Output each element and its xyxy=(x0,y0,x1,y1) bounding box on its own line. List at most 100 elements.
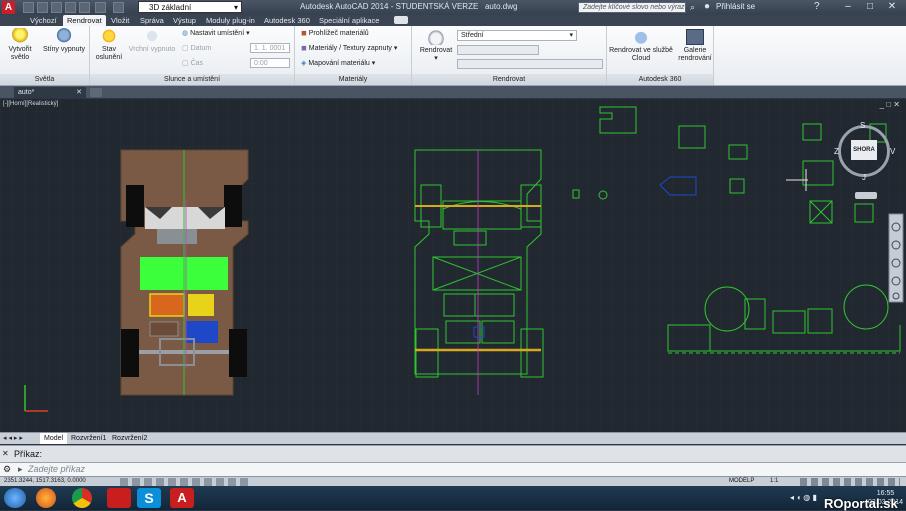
teapot-icon xyxy=(427,29,445,45)
ribbon-toggle-icon[interactable] xyxy=(394,16,408,24)
doc-tab-label: auto* xyxy=(18,89,35,96)
title-bar: A 3D základní ▾ Autodesk AutoCAD 2014 - S… xyxy=(0,0,906,15)
tab-moduly[interactable]: Moduly plug-in xyxy=(202,15,259,26)
redo-icon[interactable] xyxy=(113,2,124,13)
search-icon[interactable]: ⌕ xyxy=(690,2,695,13)
drawing-area[interactable]: [-][Horní][Realistický] _ □ ✕ SHORA S J … xyxy=(0,99,906,432)
textures-label: Materiály / Textury zapnuty xyxy=(308,45,392,52)
drafting-toggles[interactable] xyxy=(120,478,250,486)
skype-icon[interactable]: S xyxy=(137,488,161,508)
mapping-button[interactable]: ◈ Mapování materiálu ▾ xyxy=(301,59,375,67)
render-output-field[interactable] xyxy=(457,45,539,55)
new-tab-button[interactable] xyxy=(90,88,102,97)
panel-title: Autodesk 360 xyxy=(607,74,713,85)
tab-specialni[interactable]: Speciální aplikace xyxy=(315,15,383,26)
create-light-label: Vytvořit světlo xyxy=(8,46,32,61)
panel-title[interactable]: Světla xyxy=(0,74,89,85)
material-icon: ◼ xyxy=(301,30,307,37)
panel-title[interactable]: Slunce a umístění xyxy=(90,74,294,85)
cloud-render-button[interactable]: Rendrovat ve službě Cloud xyxy=(609,29,673,63)
command-line[interactable]: ⚙ ▸ Zadejte příkaz xyxy=(0,462,906,476)
mapping-label: Mapování materiálu xyxy=(308,60,370,67)
shadows-button[interactable]: Stíny vypnuty xyxy=(40,28,88,54)
material-browser-button[interactable]: ◼ Prohlížeč materiálů xyxy=(301,29,369,37)
tab-nav-arrows[interactable]: ◂ ◂ ▸ ▸ xyxy=(3,433,23,444)
date-field[interactable]: 1. 1. 0001 xyxy=(250,43,290,53)
sun-icon xyxy=(100,28,118,44)
tab-model[interactable]: Model xyxy=(40,433,68,444)
sky-button[interactable]: Vrchní vypnuto xyxy=(128,28,176,54)
login-link[interactable]: Přihlásit se xyxy=(716,2,755,11)
sky-icon xyxy=(143,28,161,44)
gallery-button[interactable]: Galerie rendrování xyxy=(677,29,713,63)
opera-icon[interactable] xyxy=(107,488,131,508)
panel-materialy: ◼ Prohlížeč materiálů ◼ Materiály / Text… xyxy=(295,26,412,85)
tab-vystup[interactable]: Výstup xyxy=(169,15,200,26)
plot-icon[interactable] xyxy=(79,2,90,13)
ribbon-tabs: Výchozí Rendrovat Vložit Správa Výstup M… xyxy=(0,15,906,26)
panel-slunce: Stav oslunění Vrchní vypnuto ◍ Nastavit … xyxy=(90,26,295,85)
settings-icon[interactable]: ⚙ xyxy=(3,464,11,475)
navigation-bar[interactable] xyxy=(888,213,904,303)
document-tabs: auto* ✕ xyxy=(0,86,906,98)
help-icon[interactable]: ? xyxy=(814,1,820,12)
doc-tab-auto[interactable]: auto* ✕ xyxy=(14,87,86,98)
new-icon[interactable] xyxy=(23,2,34,13)
workspace-dropdown[interactable]: 3D základní ▾ xyxy=(138,1,242,13)
viewcube[interactable]: SHORA xyxy=(838,125,890,177)
save-icon[interactable] xyxy=(51,2,62,13)
close-button[interactable]: ✕ xyxy=(880,0,904,14)
firefox-icon[interactable] xyxy=(36,488,56,508)
render-size-field[interactable] xyxy=(457,59,603,69)
start-button[interactable] xyxy=(4,488,26,508)
car-realistic xyxy=(120,149,249,396)
shadows-label: Stíny vypnuty xyxy=(42,46,86,53)
viewcube-west: Z xyxy=(834,147,839,156)
window-title: Autodesk AutoCAD 2014 - STUDENTSKÁ VERZE… xyxy=(300,2,517,11)
tab-vlozit[interactable]: Vložit xyxy=(107,15,133,26)
ribbon: Vytvořit světlo Stíny vypnuty Světla Sta… xyxy=(0,26,906,86)
autocad-taskbar-icon[interactable]: A xyxy=(170,488,194,508)
render-button[interactable]: Rendrovat ▾ xyxy=(416,29,456,63)
chevron-down-icon: ▾ xyxy=(233,3,238,12)
saveas-icon[interactable] xyxy=(65,2,76,13)
tab-sprava[interactable]: Správa xyxy=(136,15,168,26)
render-quality-select[interactable]: Střední ▾ xyxy=(457,30,577,41)
wcs-menu[interactable] xyxy=(855,192,877,199)
search-input[interactable]: Zadejte klíčové slovo nebo výraz xyxy=(578,2,686,13)
autocad-logo-icon[interactable]: A xyxy=(2,1,15,14)
maximize-button[interactable]: □ xyxy=(858,0,882,14)
annotation-scale[interactable]: 1:1 xyxy=(770,478,778,484)
tray-icons[interactable]: ◂ ◖ ◍ ▮ xyxy=(790,493,817,502)
watermark: ROportal.sk xyxy=(824,496,898,511)
tab-autodesk360[interactable]: Autodesk 360 xyxy=(260,15,314,26)
coordinates[interactable]: 2351.3244, 1517.3163, 0.0000 xyxy=(4,478,86,484)
viewport-label[interactable]: [-][Horní][Realistický] xyxy=(3,101,58,107)
tab-layout1[interactable]: Rozvržení1 xyxy=(67,433,110,444)
model-paper-toggle[interactable]: MODELP xyxy=(729,478,754,484)
textures-button[interactable]: ◼ Materiály / Textury zapnuty ▾ xyxy=(301,44,397,52)
panel-title[interactable]: Rendrovat xyxy=(412,74,606,85)
close-icon[interactable]: ✕ xyxy=(76,87,82,98)
open-icon[interactable] xyxy=(37,2,48,13)
sun-status-button[interactable]: Stav oslunění xyxy=(92,28,126,62)
command-input[interactable]: Zadejte příkaz xyxy=(28,464,85,474)
close-icon[interactable]: ✕ xyxy=(2,449,9,458)
minimize-button[interactable]: – xyxy=(836,0,860,14)
create-light-button[interactable]: Vytvořit světlo xyxy=(4,28,36,62)
tab-rendrovat[interactable]: Rendrovat xyxy=(63,15,106,26)
date-label: Datum xyxy=(190,45,212,52)
viewcube-face[interactable]: SHORA xyxy=(851,140,877,160)
viewcube-south: J xyxy=(862,173,866,182)
layout-tabs: ◂ ◂ ▸ ▸ Model Rozvržení1 Rozvržení2 xyxy=(0,432,906,444)
set-location-button[interactable]: ◍ Nastavit umístění ▾ xyxy=(182,29,250,37)
tab-vychozi[interactable]: Výchozí xyxy=(26,15,61,26)
viewport-controls[interactable]: _ □ ✕ xyxy=(880,100,900,109)
undo-icon[interactable] xyxy=(95,2,106,13)
panel-title[interactable]: Materiály xyxy=(295,74,411,85)
status-tools[interactable] xyxy=(800,478,900,486)
time-row: ▢ Čas xyxy=(182,60,204,67)
tab-layout2[interactable]: Rozvržení2 xyxy=(108,433,151,444)
chrome-icon[interactable] xyxy=(72,488,92,508)
time-field[interactable]: 0:00 xyxy=(250,58,290,68)
